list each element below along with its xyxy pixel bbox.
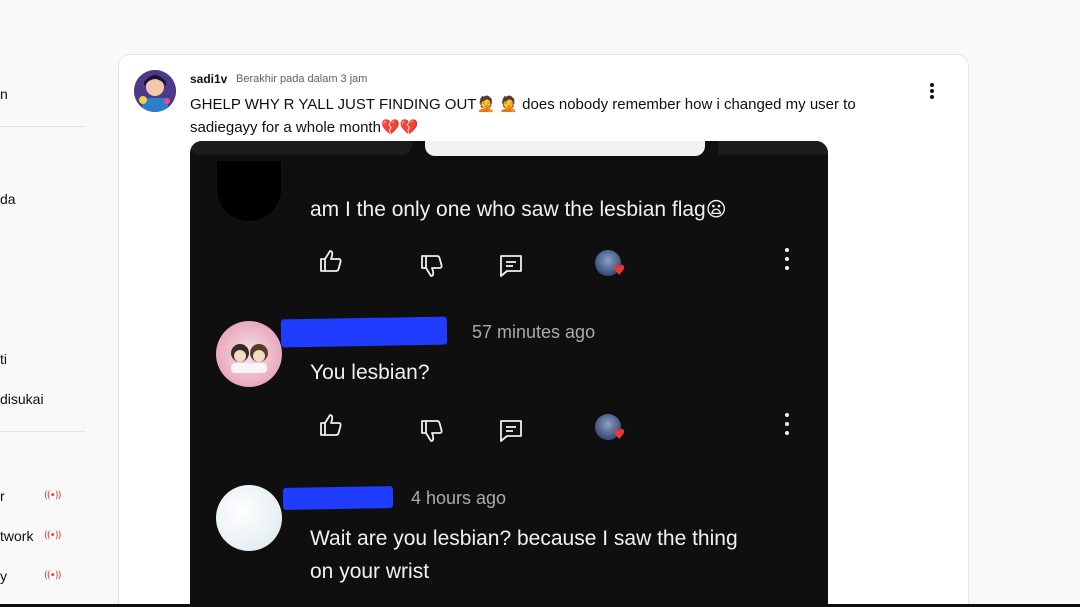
- image-crop-edge: [718, 141, 828, 155]
- thumbs-down-icon: [421, 255, 443, 277]
- post-body: GHELP WHY R YALL JUST FINDING OUT🤦 🤦 doe…: [190, 93, 910, 139]
- avatar-illustration: [134, 70, 176, 112]
- facepalm-emoji-1: 🤦: [476, 95, 496, 113]
- frowning-emoji: 😦: [705, 197, 727, 221]
- comment-timestamp: 4 hours ago: [411, 488, 507, 508]
- post-meta: Berakhir pada dalam 3 jam: [236, 73, 368, 85]
- dot-icon: [930, 95, 934, 99]
- post-more-menu-button[interactable]: [922, 80, 942, 102]
- comment-text: You lesbian?: [310, 361, 430, 384]
- sidebar: n da ti disukai r ((•)) twork ((•)) y ((…: [0, 0, 86, 607]
- image-crop-edge: [425, 141, 705, 156]
- live-icon: ((•)): [44, 570, 62, 581]
- sidebar-item-subscription[interactable]: twork: [0, 527, 33, 545]
- live-icon: ((•)): [44, 530, 62, 541]
- thumbs-down-icon: [421, 420, 443, 442]
- live-icon: ((•)): [44, 490, 62, 501]
- image-crop-edge: [190, 141, 412, 155]
- comment-more-icon: [784, 248, 790, 270]
- redacted-username: [280, 316, 448, 348]
- reply-icon: [500, 255, 522, 277]
- thumbs-up-icon: [320, 414, 342, 436]
- sidebar-item[interactable]: n: [0, 85, 8, 103]
- comment-text-body: am I the only one who saw the lesbian fl…: [310, 198, 706, 221]
- sidebar-item-subscription[interactable]: y: [0, 567, 7, 585]
- post-text-1: GHELP WHY R YALL JUST FINDING OUT: [190, 96, 477, 113]
- heart-icon: ♥: [613, 263, 626, 279]
- sidebar-item-subscription[interactable]: r: [0, 487, 5, 505]
- comment-avatar: [216, 321, 282, 387]
- dot-icon: [930, 83, 934, 87]
- broken-heart-emoji: 💔💔: [380, 118, 419, 136]
- post-author[interactable]: sadi1v: [190, 72, 227, 86]
- sidebar-item[interactable]: da: [0, 190, 16, 208]
- comment-text-line-2: on your wrist: [310, 560, 430, 583]
- comment-text-line-1: Wait are you lesbian? because I saw the …: [310, 527, 738, 550]
- dot-icon: [930, 89, 934, 93]
- sidebar-item[interactable]: ti: [0, 350, 7, 368]
- author-avatar[interactable]: [134, 70, 176, 112]
- comment-more-icon: [784, 413, 790, 435]
- redacted-username: [282, 486, 394, 510]
- avatar-illustration: [231, 344, 268, 373]
- sidebar-divider: [0, 126, 86, 127]
- comment-avatar: [217, 161, 281, 221]
- comment-timestamp: 57 minutes ago: [472, 322, 596, 342]
- sidebar-item-liked[interactable]: disukai: [0, 390, 44, 408]
- reply-icon: [500, 420, 522, 442]
- sidebar-divider: [0, 431, 86, 432]
- comment-text: am I the only one who saw the lesbian fl…: [310, 193, 727, 226]
- facepalm-emoji-2: 🤦: [499, 95, 518, 113]
- comment-avatar: [216, 485, 282, 551]
- thumbs-up-icon: [320, 250, 342, 272]
- post-image[interactable]: am I the only one who saw the lesbian fl…: [190, 141, 828, 607]
- heart-icon: ♥: [613, 427, 626, 443]
